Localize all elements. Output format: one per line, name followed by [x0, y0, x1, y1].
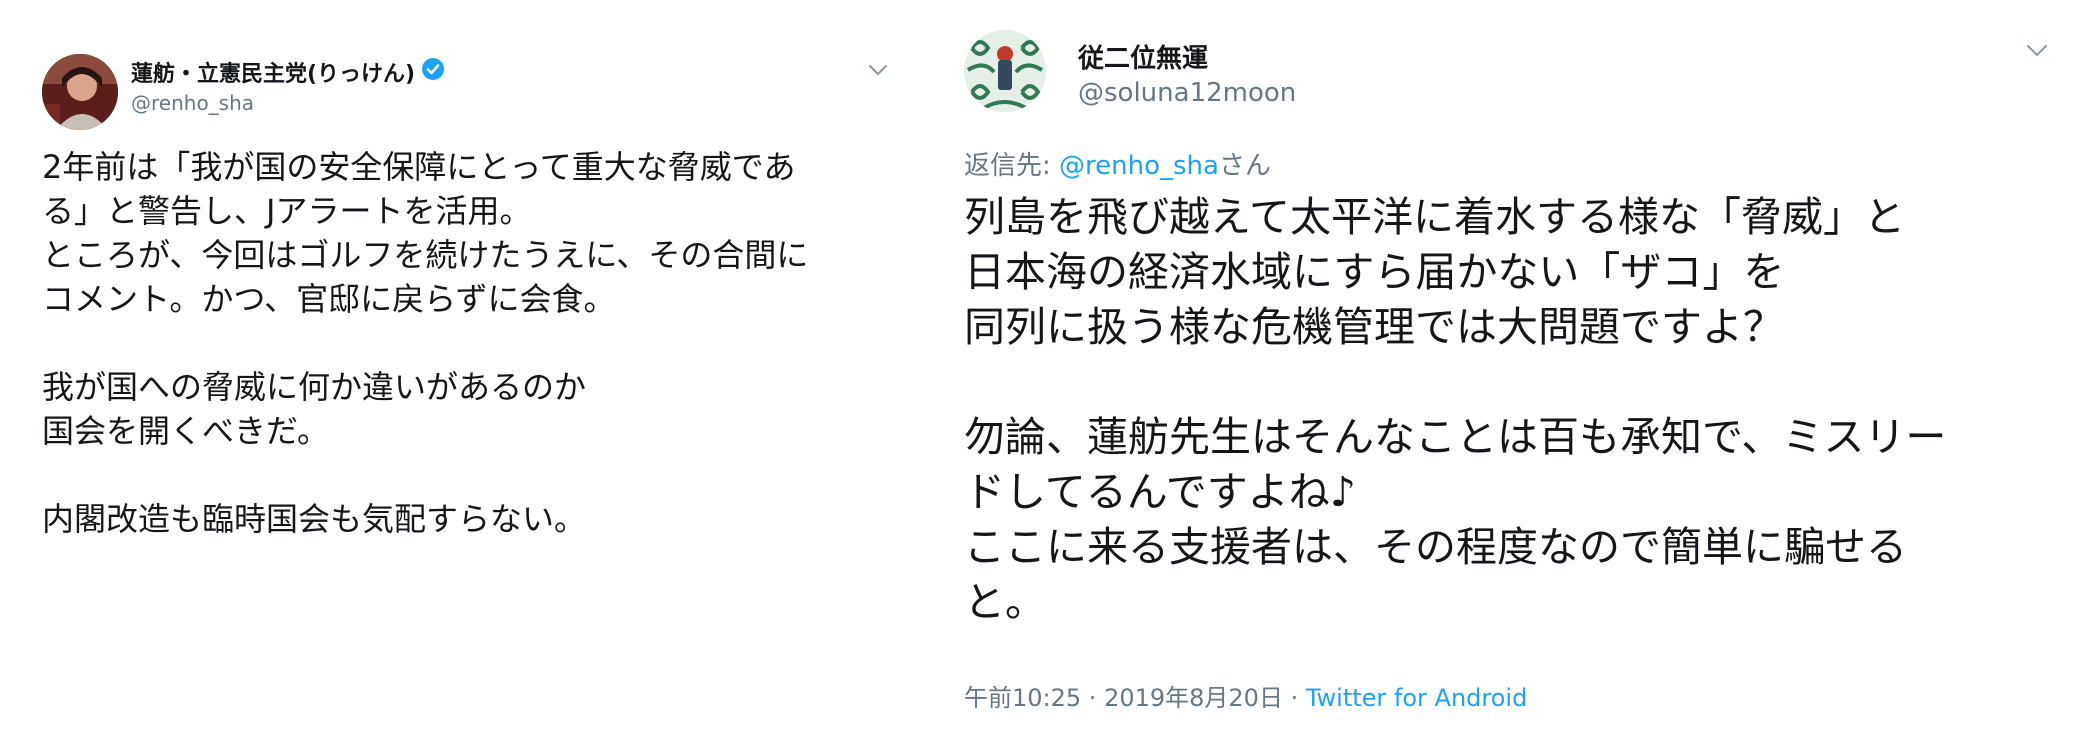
separator: · — [1081, 684, 1105, 712]
avatar-pattern-icon — [964, 30, 1046, 112]
handle[interactable]: @renho_sha — [131, 91, 254, 115]
divider — [940, 0, 950, 730]
tweet-date[interactable]: 2019年8月20日 — [1104, 684, 1283, 712]
reply-context: 返信先: @renho_shaさん — [964, 145, 1271, 182]
source-link[interactable]: Twitter for Android — [1306, 684, 1527, 712]
tweet-body: 列島を飛び越えて太平洋に着水する様な「脅威」と 日本海の経済水域にすら届かない「… — [964, 193, 1947, 626]
display-name[interactable]: 従二位無運 — [1078, 38, 1208, 75]
chevron-down-icon[interactable] — [866, 62, 890, 78]
reply-suffix: さん — [1218, 151, 1271, 181]
chevron-down-icon[interactable] — [2024, 42, 2050, 60]
tweet-card-right: 従二位無運 @soluna12moon 返信先: @renho_shaさん 列島… — [950, 0, 2080, 730]
handle[interactable]: @soluna12moon — [1078, 78, 1296, 108]
separator: · — [1282, 684, 1306, 712]
avatar[interactable] — [42, 54, 118, 130]
avatar-photo-icon — [42, 54, 118, 130]
avatar[interactable] — [964, 30, 1046, 112]
tweet-body: 2年前は「我が国の安全保障にとって重大な脅威であ る」と警告し、Jアラートを活用… — [42, 148, 809, 538]
display-name[interactable]: 蓮舫・立憲民主党(りっけん) — [131, 56, 415, 88]
tweet-time[interactable]: 午前10:25 — [964, 684, 1081, 712]
reply-prefix: 返信先: — [964, 151, 1060, 181]
verified-badge-icon — [422, 58, 444, 80]
tweet-card-left: 蓮舫・立憲民主党(りっけん) @renho_sha 2年前は「我が国の安全保障に… — [0, 0, 940, 730]
reply-mention-link[interactable]: @renho_sha — [1059, 151, 1219, 181]
tweet-metadata: 午前10:25 · 2019年8月20日 · Twitter for Andro… — [964, 678, 1527, 713]
